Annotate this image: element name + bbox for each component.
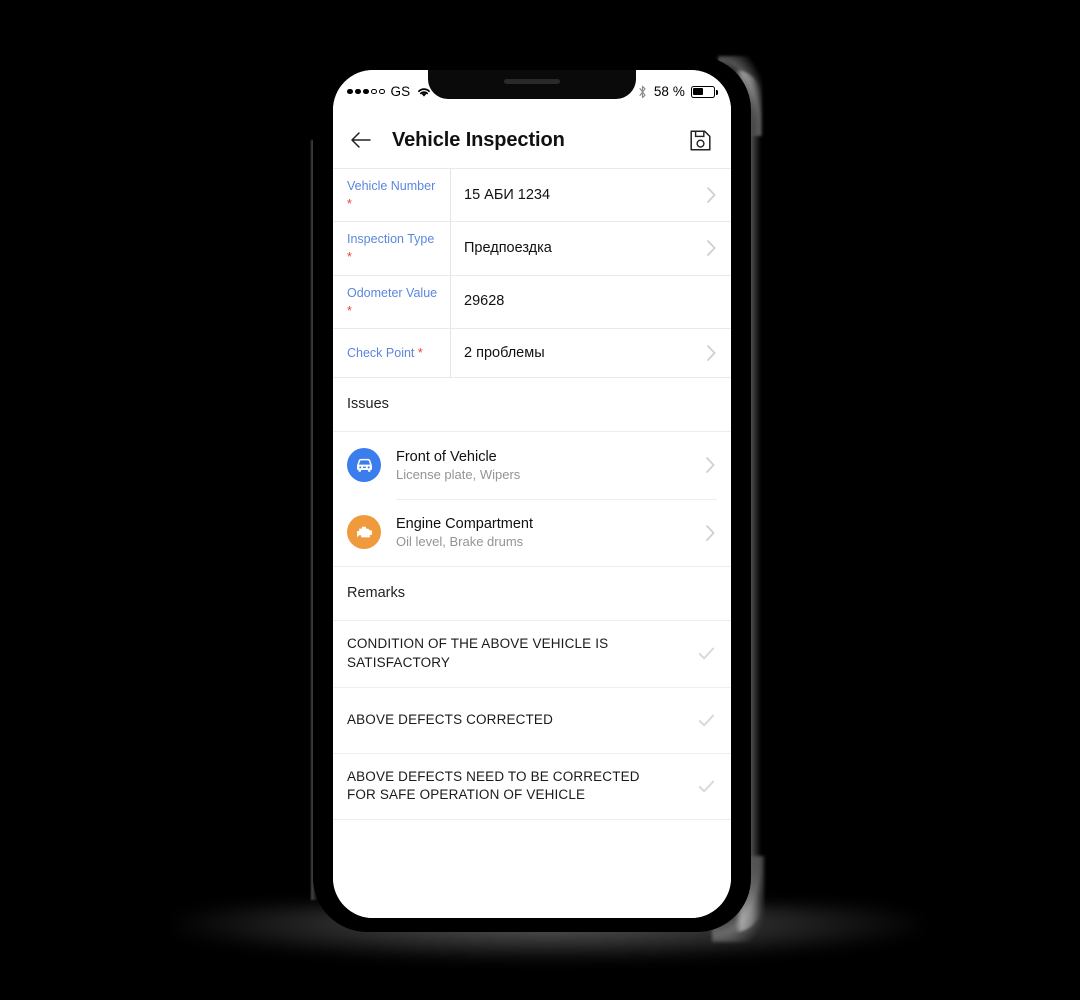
remark-item-defects-need-correction[interactable]: ABOVE DEFECTS NEED TO BE CORRECTED FOR S… [333,752,731,819]
remarks-section-header: Remarks [333,566,731,621]
check-icon[interactable] [696,776,717,797]
issue-item-front-of-vehicle[interactable]: Front of Vehicle License plate, Wipers [333,431,731,499]
field-value-cell[interactable]: 15 АБИ 1234 [451,169,731,221]
field-label: Odometer Value * [347,285,438,318]
issue-item-body: Engine Compartment Oil level, Brake drum… [396,498,717,566]
field-label: Check Point * [347,345,423,360]
issues-section: Issues Front of Vehicle License plate, W… [333,377,731,567]
issue-item-subtitle: License plate, Wipers [396,466,521,482]
page-title: Vehicle Inspection [392,128,565,151]
field-row-vehicle-number[interactable]: Vehicle Number * 15 АБИ 1234 [333,169,731,223]
required-marker: * [417,345,423,360]
signal-dot-filled [347,88,353,95]
status-bar-right: 58 % [638,83,718,99]
issue-item-title: Engine Compartment [396,516,534,533]
issue-item-body: Front of Vehicle License plate, Wipers [396,432,717,499]
earpiece-speaker [504,79,560,84]
chevron-right-icon [706,457,715,474]
field-value: Предпоездка [464,240,552,257]
remark-item-text: ABOVE DEFECTS NEED TO BE CORRECTED FOR S… [347,768,640,803]
carrier-name: GS [390,84,411,99]
field-value: 29628 [464,293,505,310]
required-marker: * [347,250,352,265]
chevron-right-icon [707,344,716,361]
signal-dot-filled [355,88,361,95]
phone-notch [428,70,636,99]
remark-item-text: ABOVE DEFECTS CORRECTED [347,711,553,727]
required-marker: * [347,197,352,212]
remarks-section: Remarks CONDITION OF THE ABOVE VEHICLE I… [333,566,731,820]
car-front-glyph [356,458,372,472]
field-value-cell[interactable]: Предпоездка [451,222,731,274]
car-front-icon [347,448,381,483]
field-label-cell: Odometer Value * [333,275,451,328]
field-label: Inspection Type * [347,232,435,265]
field-value-cell[interactable]: 29628 [451,276,731,328]
engine-icon [347,515,381,550]
remark-item-condition-satisfactory[interactable]: CONDITION OF THE ABOVE VEHICLE IS SATISF… [333,620,731,687]
issue-item-title: Front of Vehicle [396,448,497,465]
field-label-cell: Check Point * [333,328,451,377]
app-bar: Vehicle Inspection [333,112,731,168]
required-marker: * [347,303,352,318]
field-row-odometer-value[interactable]: Odometer Value * 29628 [333,275,731,329]
field-value: 15 АБИ 1234 [464,186,551,203]
remark-item-text: CONDITION OF THE ABOVE VEHICLE IS SATISF… [347,636,609,670]
save-button[interactable] [685,125,715,155]
inspection-form-content: Vehicle Number * 15 АБИ 1234 Inspection … [333,168,731,918]
floppy-save-icon [689,129,711,151]
battery-icon [691,85,718,98]
check-icon[interactable] [696,643,717,664]
chevron-right-icon [706,524,715,541]
back-button[interactable] [346,125,376,155]
field-value: 2 проблемы [464,344,545,361]
signal-dot-filled [363,88,369,95]
issue-item-texts: Engine Compartment Oil level, Brake drum… [396,516,533,549]
battery-percent-label: 58 % [653,84,685,99]
signal-strength-dots [347,88,385,95]
field-label-cell: Vehicle Number * [333,169,451,222]
engine-glyph [356,526,372,538]
signal-dot-empty [379,88,385,95]
field-row-inspection-type[interactable]: Inspection Type * Предпоездка [333,222,731,276]
issue-item-subtitle: Oil level, Brake drums [396,534,524,550]
chevron-right-icon [707,240,716,257]
field-label-cell: Inspection Type * [333,222,451,275]
arrow-left-icon [351,132,371,148]
issue-item-engine-compartment[interactable]: Engine Compartment Oil level, Brake drum… [333,498,731,566]
field-row-check-point[interactable]: Check Point * 2 проблемы [333,328,731,378]
status-bar-left: GS [347,83,432,99]
vehicle-inspection-fields: Vehicle Number * 15 АБИ 1234 Inspection … [333,168,731,378]
signal-dot-empty [371,88,377,95]
issues-section-header: Issues [333,377,731,432]
phone-screen: GS 58 % Vehicle Inspection Vehicle Numbe… [333,70,731,918]
issue-item-texts: Front of Vehicle License plate, Wipers [396,449,520,482]
battery-fill [693,87,703,96]
bluetooth-icon [639,85,646,98]
field-label: Vehicle Number * [347,179,436,212]
field-value-cell[interactable]: 2 проблемы [451,329,731,377]
chevron-right-icon [707,187,716,203]
remark-item-defects-corrected[interactable]: ABOVE DEFECTS CORRECTED [333,686,731,753]
phone-frame: GS 58 % Vehicle Inspection Vehicle Numbe… [313,56,751,932]
screenshot-stage: GS 58 % Vehicle Inspection Vehicle Numbe… [0,0,1080,1000]
check-icon[interactable] [696,710,717,731]
